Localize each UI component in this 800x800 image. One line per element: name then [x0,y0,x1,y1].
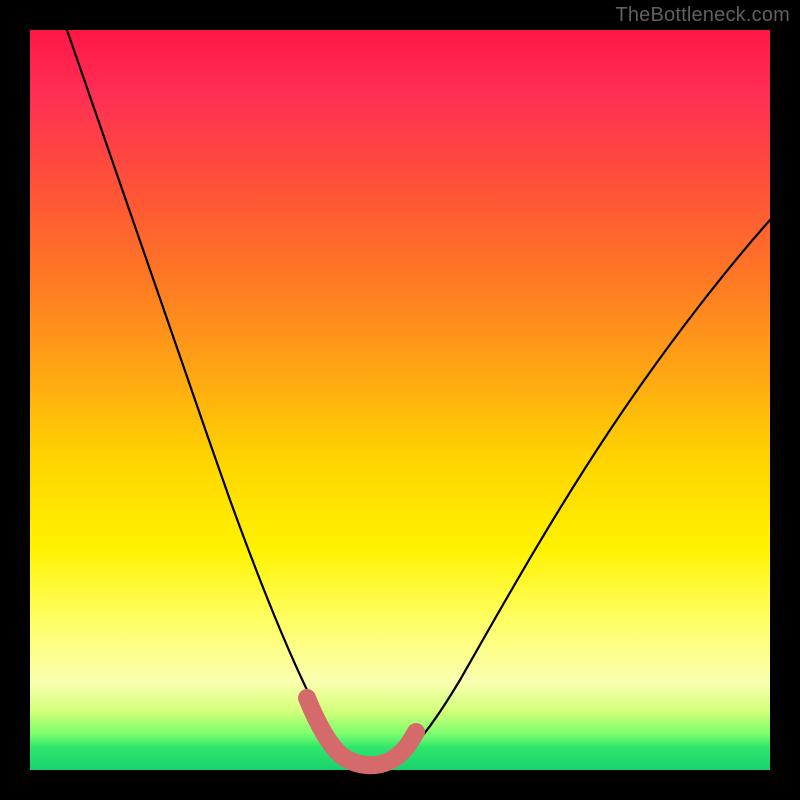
curve-overlay [30,30,770,770]
plot-area [30,30,770,770]
bottleneck-curve [67,30,770,764]
highlight-segment [307,698,416,765]
frame: TheBottleneck.com [0,0,800,800]
watermark-text: TheBottleneck.com [615,4,790,27]
